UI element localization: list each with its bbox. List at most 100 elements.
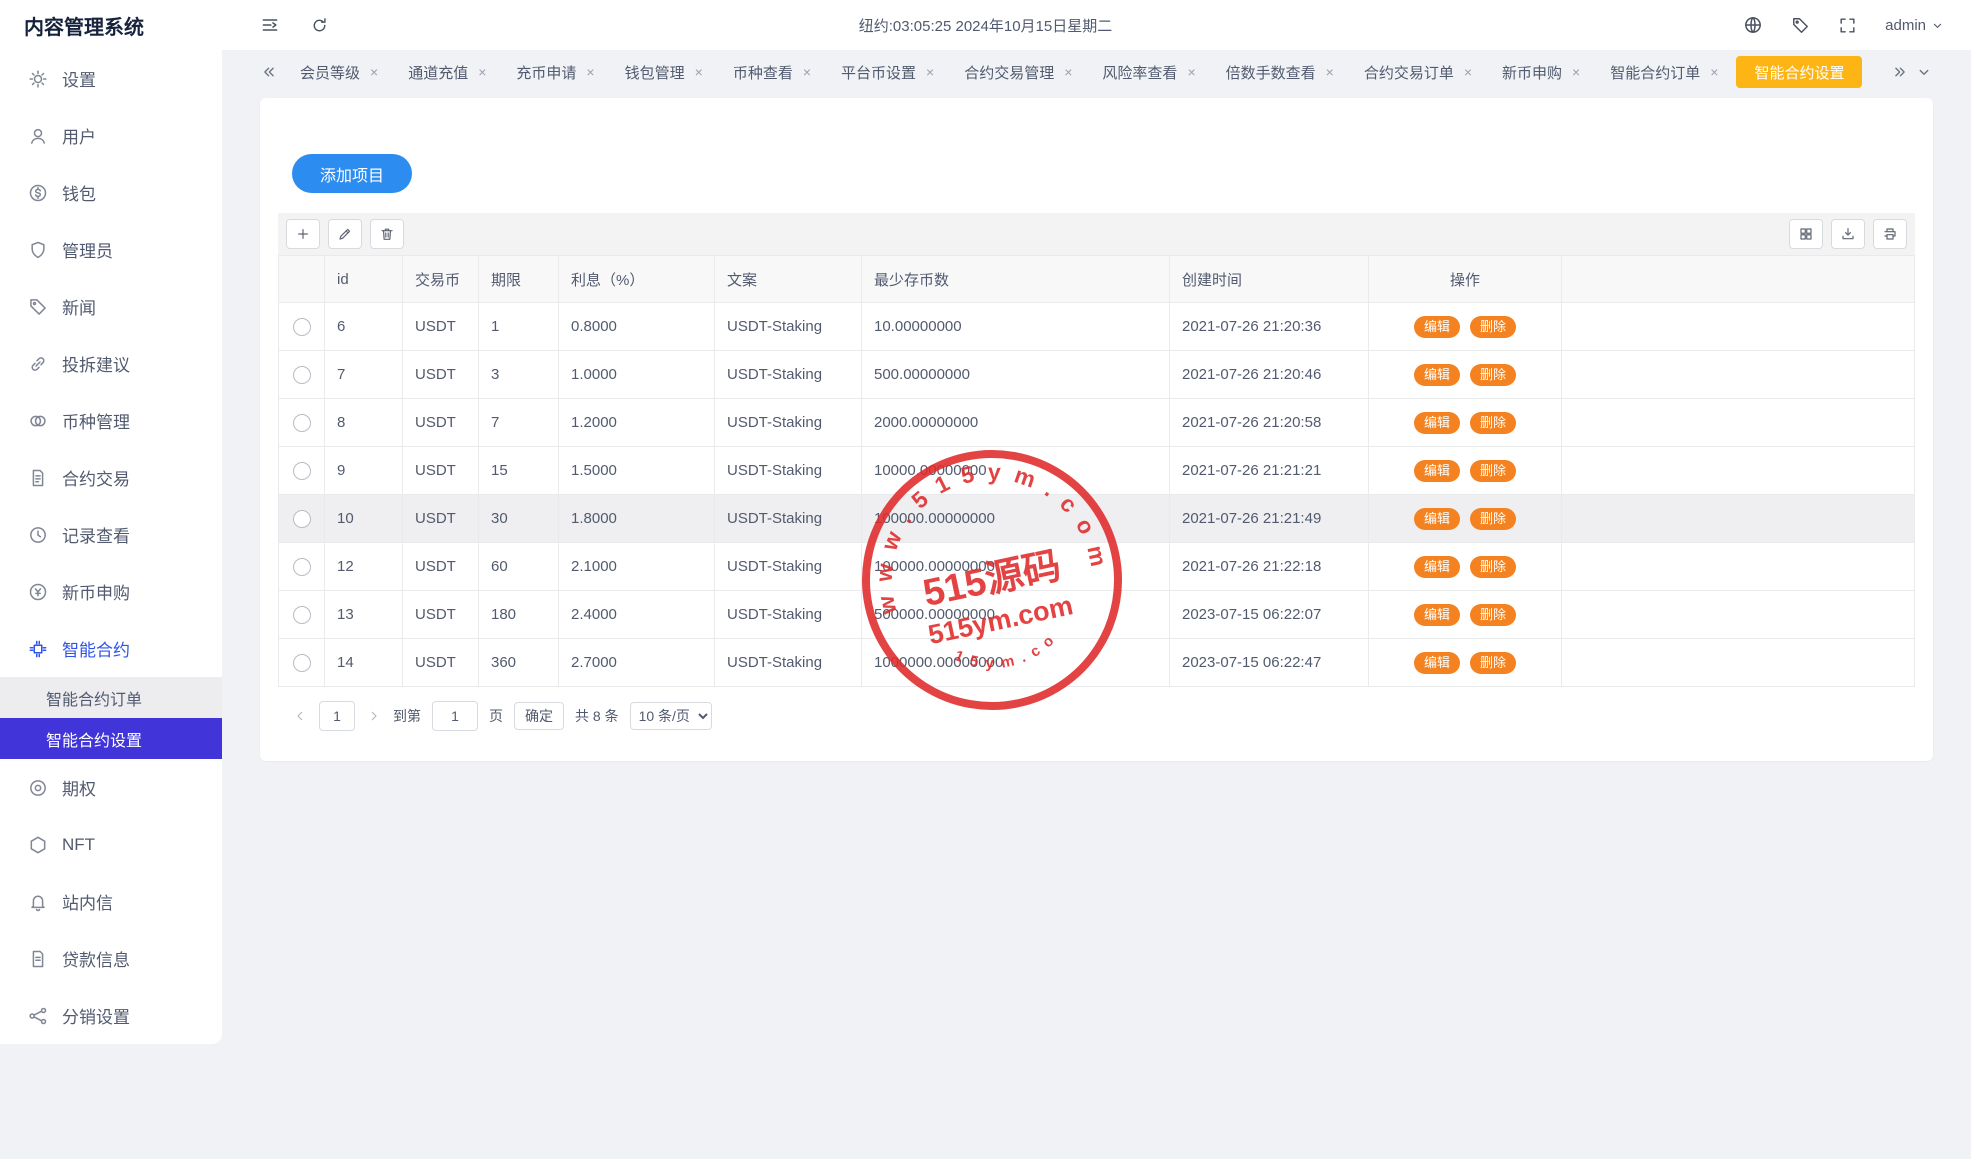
close-tab-icon[interactable]: ×	[1187, 65, 1195, 79]
tab-coin-view[interactable]: 币种查看×	[721, 56, 823, 88]
tab-channel-recharge[interactable]: 通道充值×	[396, 56, 498, 88]
sidebar-item-contract-trade[interactable]: 合约交易	[0, 449, 222, 506]
sidebar-item-news[interactable]: 新闻	[0, 278, 222, 335]
edit-button[interactable]: 编辑	[1414, 652, 1460, 674]
sidebar-item-settings[interactable]: 设置	[0, 50, 222, 107]
share-icon	[28, 1006, 48, 1026]
user-icon	[28, 126, 48, 146]
edit-row-button[interactable]	[328, 219, 362, 249]
tab-smart-contract-orders[interactable]: 智能合约订单×	[1598, 56, 1730, 88]
close-tab-icon[interactable]: ×	[926, 65, 934, 79]
edit-button[interactable]: 编辑	[1414, 556, 1460, 578]
edit-button[interactable]: 编辑	[1414, 460, 1460, 482]
sidebar-item-smart-contract[interactable]: 智能合约	[0, 620, 222, 677]
user-menu[interactable]: admin	[1885, 17, 1945, 34]
sidebar-item-wallet[interactable]: 钱包	[0, 164, 222, 221]
add-row-button[interactable]	[286, 219, 320, 249]
cell-id: 14	[325, 639, 403, 687]
delete-button[interactable]: 删除	[1470, 652, 1516, 674]
row-radio[interactable]	[293, 654, 311, 672]
add-project-button[interactable]: 添加项目	[292, 154, 412, 193]
page-size-select[interactable]: 10 条/页	[630, 702, 712, 730]
close-tab-icon[interactable]: ×	[1064, 65, 1072, 79]
close-tab-icon[interactable]: ×	[695, 65, 703, 79]
tab-contract-trade-manage[interactable]: 合约交易管理 ×	[952, 56, 1084, 88]
cell-interest: 2.7000	[559, 639, 715, 687]
fullscreen-icon[interactable]	[1838, 16, 1857, 35]
edit-button[interactable]: 编辑	[1414, 508, 1460, 530]
edit-button[interactable]: 编辑	[1414, 412, 1460, 434]
row-radio[interactable]	[293, 606, 311, 624]
page-next-icon[interactable]	[366, 708, 382, 724]
close-tab-icon[interactable]: ×	[803, 65, 811, 79]
sidebar-item-new-coin[interactable]: 新币申购	[0, 563, 222, 620]
close-tab-icon[interactable]: ×	[1710, 65, 1718, 79]
tag-icon	[28, 297, 48, 317]
tag-icon[interactable]	[1791, 16, 1810, 35]
sidebar-item-currency[interactable]: 币种管理	[0, 392, 222, 449]
sidebar-item-users[interactable]: 用户	[0, 107, 222, 164]
tab-risk-rate[interactable]: 风险率查看×	[1090, 56, 1207, 88]
export-button[interactable]	[1831, 219, 1865, 249]
tab-contract-orders[interactable]: 合约交易订单×	[1352, 56, 1484, 88]
delete-button[interactable]: 删除	[1470, 364, 1516, 386]
tab-deposit-request[interactable]: 充币申请×	[504, 56, 606, 88]
sidebar-item-distribution[interactable]: 分销设置	[0, 987, 222, 1044]
edit-button[interactable]: 编辑	[1414, 364, 1460, 386]
row-radio[interactable]	[293, 462, 311, 480]
tabs-scroll-right-button[interactable]	[1891, 63, 1909, 81]
sidebar-item-nft[interactable]: NFT	[0, 816, 222, 873]
row-radio[interactable]	[293, 558, 311, 576]
theme-icon[interactable]	[1743, 15, 1763, 35]
filler-cell	[1562, 591, 1915, 639]
close-tab-icon[interactable]: ×	[478, 65, 486, 79]
edit-button[interactable]: 编辑	[1414, 604, 1460, 626]
delete-button[interactable]: 删除	[1470, 460, 1516, 482]
delete-button[interactable]: 删除	[1470, 412, 1516, 434]
tabs-scroll-left-button[interactable]	[260, 63, 278, 81]
delete-button[interactable]: 删除	[1470, 556, 1516, 578]
sidebar-item-loan[interactable]: 贷款信息	[0, 930, 222, 987]
sidebar-subitem-smart-contract-orders[interactable]: 智能合约订单	[0, 677, 222, 718]
row-radio[interactable]	[293, 366, 311, 384]
collapse-sidebar-icon[interactable]	[260, 15, 280, 35]
delete-button[interactable]: 删除	[1470, 604, 1516, 626]
tab-label: 合约交易管理	[964, 62, 1054, 83]
column-header: id	[325, 256, 403, 303]
tabs-menu-button[interactable]	[1915, 63, 1933, 81]
clock-text: 纽约:03:05:25 2024年10月15日星期二	[859, 15, 1112, 36]
delete-button[interactable]: 删除	[1470, 508, 1516, 530]
delete-button[interactable]: 删除	[1470, 316, 1516, 338]
row-radio[interactable]	[293, 510, 311, 528]
tab-wallet-manage[interactable]: 钱包管理×	[613, 56, 715, 88]
page-number[interactable]: 1	[319, 701, 355, 731]
close-tab-icon[interactable]: ×	[370, 65, 378, 79]
delete-row-button[interactable]	[370, 219, 404, 249]
page-prev-icon[interactable]	[292, 708, 308, 724]
sidebar-item-options[interactable]: 期权	[0, 759, 222, 816]
close-tab-icon[interactable]: ×	[1464, 65, 1472, 79]
tab-platform-coin[interactable]: 平台币设置×	[829, 56, 946, 88]
sidebar-item-records[interactable]: 记录查看	[0, 506, 222, 563]
edit-button[interactable]: 编辑	[1414, 316, 1460, 338]
row-radio[interactable]	[293, 318, 311, 336]
sidebar-subitem-smart-contract-settings[interactable]: 智能合约设置	[0, 718, 222, 759]
row-radio[interactable]	[293, 414, 311, 432]
columns-button[interactable]	[1789, 219, 1823, 249]
cell-interest: 0.8000	[559, 303, 715, 351]
close-tab-icon[interactable]: ×	[1326, 65, 1334, 79]
cell-min: 500.00000000	[862, 351, 1170, 399]
tab-multiplier-lots[interactable]: 倍数手数查看×	[1214, 56, 1346, 88]
confirm-button[interactable]: 确定	[514, 702, 564, 730]
close-tab-icon[interactable]: ×	[1572, 65, 1580, 79]
tab-new-coin-subscribe[interactable]: 新币申购×	[1490, 56, 1592, 88]
sidebar-item-feedback[interactable]: 投拆建议	[0, 335, 222, 392]
refresh-icon[interactable]	[310, 16, 329, 35]
page-input[interactable]	[432, 701, 478, 731]
tab-member-level[interactable]: 会员等级×	[288, 56, 390, 88]
print-button[interactable]	[1873, 219, 1907, 249]
sidebar-item-mail[interactable]: 站内信	[0, 873, 222, 930]
sidebar-item-admins[interactable]: 管理员	[0, 221, 222, 278]
close-tab-icon[interactable]: ×	[586, 65, 594, 79]
tab-smart-contract-settings[interactable]: 智能合约设置	[1736, 56, 1862, 88]
